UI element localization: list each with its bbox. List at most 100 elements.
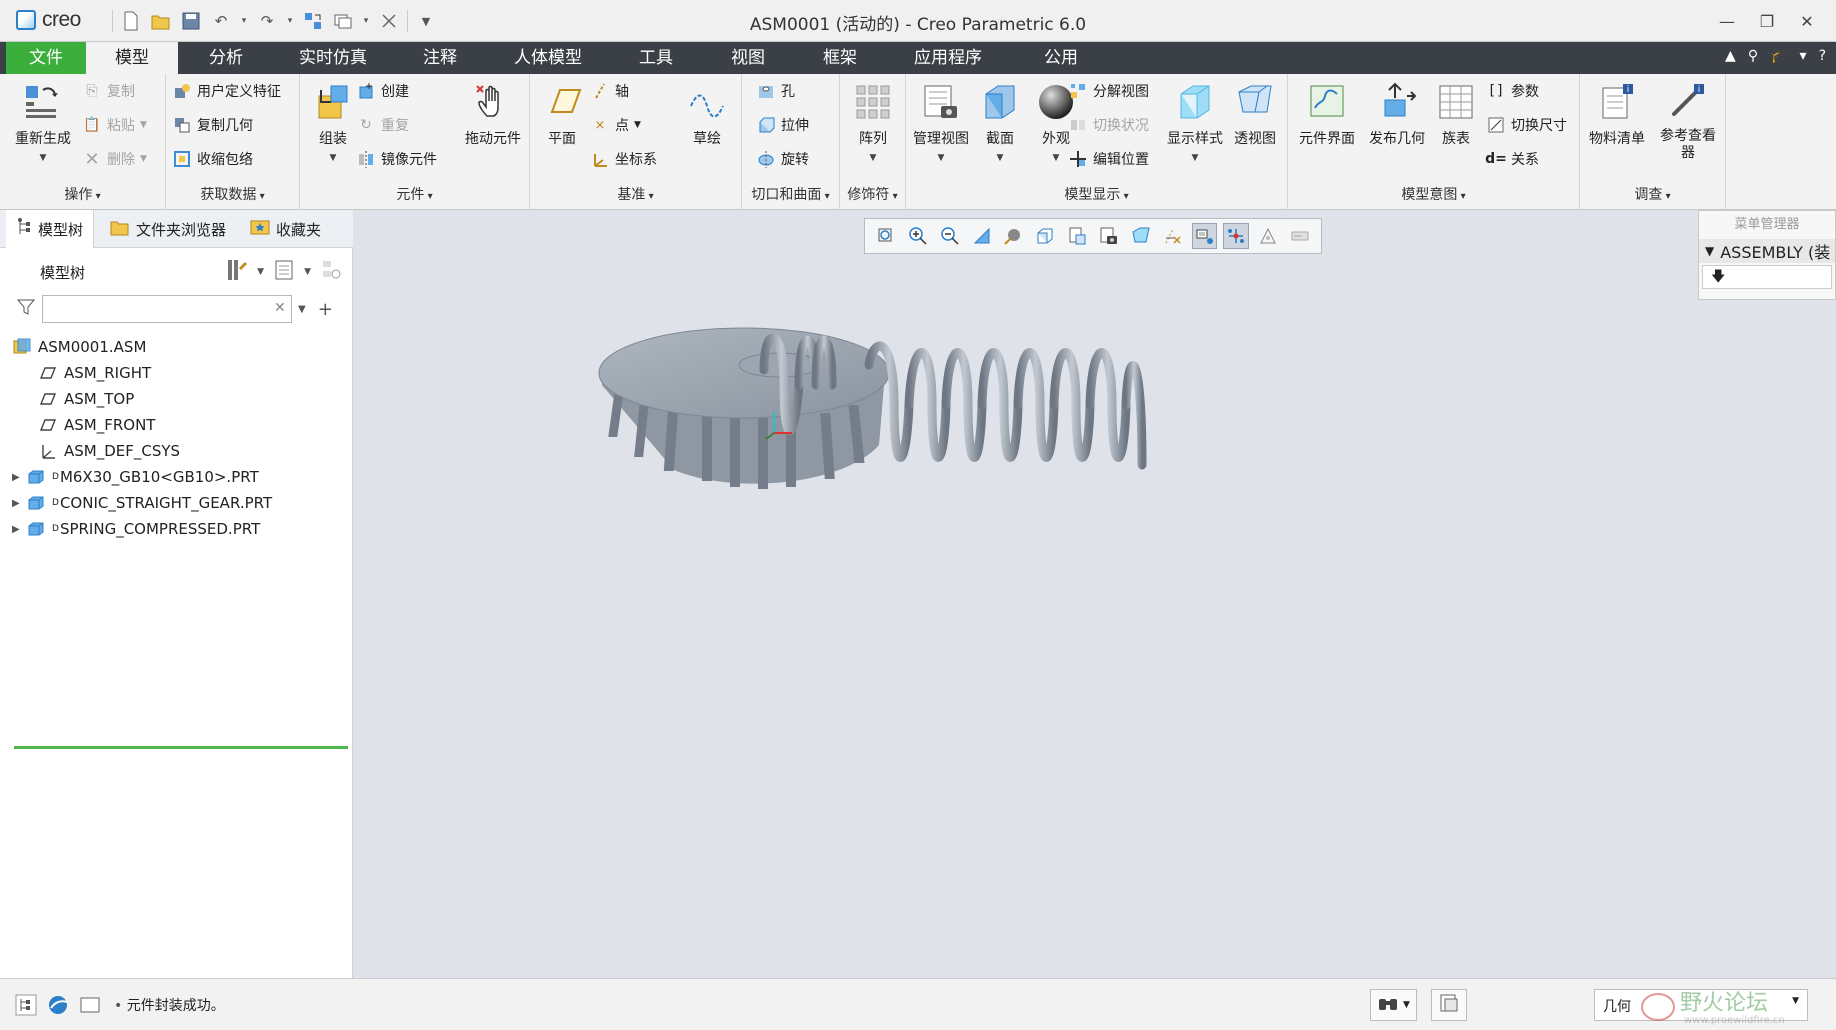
- paste-button[interactable]: 📋 粘贴 ▼: [82, 112, 147, 138]
- expand-arrow-icon[interactable]: ▶: [12, 472, 26, 483]
- tree-node-root[interactable]: ASM0001.ASM: [12, 334, 348, 360]
- section-dropdown-icon[interactable]: ▼: [997, 153, 1004, 163]
- tree-settings-icon[interactable]: [225, 258, 248, 286]
- udf-button[interactable]: 用户定义特征: [172, 78, 281, 104]
- extrude-button[interactable]: 拉伸: [756, 112, 809, 138]
- create-component-button[interactable]: 创建: [356, 78, 409, 104]
- toggle-status-button[interactable]: 切换状况: [1068, 112, 1149, 138]
- tree-node-datum-plane[interactable]: ASM_TOP: [12, 386, 348, 412]
- copy-button[interactable]: ⎘ 复制: [82, 78, 135, 104]
- sketch-button[interactable]: 草绘: [676, 80, 738, 148]
- toggle-navigator-icon[interactable]: [14, 993, 38, 1017]
- minimize-icon[interactable]: —: [1708, 6, 1746, 36]
- tree-node-csys[interactable]: ASM_DEF_CSYS: [12, 438, 348, 464]
- tab-model-tree[interactable]: 模型树: [6, 210, 95, 248]
- tab-annotate[interactable]: 注释: [400, 42, 480, 74]
- maximize-icon[interactable]: ❐: [1748, 6, 1786, 36]
- tree-node-datum-plane[interactable]: ASM_RIGHT: [12, 360, 348, 386]
- options-dropdown-icon[interactable]: ▾: [1800, 48, 1807, 64]
- csys-button[interactable]: 坐标系: [590, 146, 657, 172]
- operations-group-label[interactable]: 操作: [0, 184, 165, 204]
- tree-insert-indicator[interactable]: [14, 746, 348, 749]
- tree-filter-settings-icon[interactable]: [321, 259, 343, 285]
- spin-center-icon[interactable]: [1223, 223, 1250, 249]
- modifiers-group-label[interactable]: 修饰符: [840, 184, 905, 204]
- toggle-browser-icon[interactable]: [46, 993, 70, 1017]
- show-columns-icon[interactable]: [274, 259, 294, 285]
- tab-tools[interactable]: 工具: [616, 42, 696, 74]
- tab-favorites[interactable]: 收藏夹: [240, 210, 331, 248]
- component-interface-button[interactable]: 元件界面: [1292, 80, 1362, 148]
- publish-geometry-button[interactable]: 发布几何: [1362, 80, 1432, 148]
- zoom-out-icon[interactable]: [937, 223, 963, 249]
- perspective-view-icon[interactable]: [1128, 223, 1154, 249]
- tree-node-part[interactable]: ▶ D SPRING_COMPRESSED.PRT: [12, 516, 348, 542]
- revolve-button[interactable]: 旋转: [756, 146, 809, 172]
- investigate-group-label[interactable]: 调查: [1580, 184, 1725, 204]
- tree-node-part[interactable]: ▶ D CONIC_STRAIGHT_GEAR.PRT: [12, 490, 348, 516]
- manage-views-button[interactable]: 管理视图 ▼: [906, 80, 976, 164]
- view-manager-camera-icon[interactable]: [1096, 223, 1122, 249]
- pattern-dropdown-icon[interactable]: ▼: [870, 153, 877, 163]
- appearance-dropdown-icon[interactable]: ▼: [1053, 153, 1060, 163]
- section-button[interactable]: 截面 ▼: [970, 80, 1030, 164]
- paste-dropdown-icon[interactable]: ▼: [140, 120, 147, 130]
- filter-options-dropdown-icon[interactable]: ▼: [298, 304, 306, 315]
- learning-icon[interactable]: 🎓: [1770, 48, 1787, 64]
- assemble-dropdown-icon[interactable]: ▼: [330, 153, 337, 163]
- tab-view[interactable]: 视图: [708, 42, 788, 74]
- display-style-button[interactable]: 显示样式 ▼: [1160, 80, 1230, 164]
- close-icon[interactable]: ✕: [1788, 6, 1826, 36]
- find-dropdown-icon[interactable]: ▼: [1403, 1000, 1410, 1010]
- graphics-window[interactable]: 菜单管理器 ▼ ASSEMBLY (装 🡇: [354, 210, 1836, 978]
- tri-view-icon[interactable]: [1255, 223, 1281, 249]
- annotation-display-icon[interactable]: [1191, 223, 1218, 249]
- perspective-button[interactable]: 透视图: [1224, 80, 1286, 148]
- copy-geometry-button[interactable]: 复制几何: [172, 112, 253, 138]
- edit-position-button[interactable]: 编辑位置: [1068, 146, 1149, 172]
- switch-dimensions-button[interactable]: 切换尺寸: [1486, 112, 1567, 138]
- plane-button[interactable]: 平面: [534, 80, 590, 148]
- saved-orientations-icon[interactable]: [1032, 223, 1058, 249]
- parameters-button[interactable]: [] 参数: [1486, 78, 1539, 104]
- collapse-ribbon-icon[interactable]: ▲: [1725, 48, 1736, 64]
- label-display-icon[interactable]: [1287, 223, 1313, 249]
- point-dropdown-icon[interactable]: ▼: [634, 120, 641, 130]
- pattern-button[interactable]: 阵列 ▼: [840, 80, 906, 164]
- drag-components-button[interactable]: 拖动元件: [458, 80, 528, 148]
- show-columns-dropdown-icon[interactable]: ▼: [304, 267, 311, 277]
- tree-node-datum-plane[interactable]: ASM_FRONT: [12, 412, 348, 438]
- component-group-label[interactable]: 元件: [300, 184, 529, 204]
- tab-common[interactable]: 公用: [1022, 42, 1100, 74]
- tree-search-input[interactable]: [42, 295, 292, 323]
- add-filter-icon[interactable]: +: [318, 299, 333, 320]
- tab-model[interactable]: 模型: [86, 42, 178, 74]
- cut-surface-group-label[interactable]: 切口和曲面: [742, 184, 839, 204]
- family-table-button[interactable]: 族表: [1426, 80, 1486, 148]
- datum-display-filters-icon[interactable]: [1160, 223, 1186, 249]
- clear-filter-icon[interactable]: ✕: [274, 300, 286, 316]
- tab-folder-browser[interactable]: 文件夹浏览器: [100, 210, 236, 248]
- tab-human-model[interactable]: 人体模型: [498, 42, 598, 74]
- find-box[interactable]: ▼: [1370, 989, 1417, 1021]
- relations-button[interactable]: d= 关系: [1485, 146, 1539, 172]
- conic-gear[interactable]: [598, 327, 890, 489]
- tree-settings-dropdown-icon[interactable]: ▼: [257, 267, 264, 277]
- point-button[interactable]: × 点 ▼: [590, 112, 641, 138]
- regenerate-dropdown-icon[interactable]: ▼: [40, 153, 47, 163]
- expand-arrow-icon[interactable]: ▶: [12, 498, 26, 509]
- search-help-icon[interactable]: ⚲: [1748, 48, 1758, 64]
- datum-group-label[interactable]: 基准: [530, 184, 741, 204]
- tab-analysis[interactable]: 分析: [186, 42, 266, 74]
- tab-framework[interactable]: 框架: [800, 42, 880, 74]
- delete-button[interactable]: ✕ 删除 ▼: [82, 146, 147, 172]
- expand-arrow-icon[interactable]: ▶: [12, 524, 26, 535]
- explode-view-button[interactable]: 分解视图: [1068, 78, 1149, 104]
- tab-file[interactable]: 文件: [6, 42, 86, 74]
- mirror-component-button[interactable]: 镜像元件: [356, 146, 437, 172]
- shrinkwrap-button[interactable]: 收缩包络: [172, 146, 253, 172]
- zoom-in-icon[interactable]: [905, 223, 931, 249]
- display-style-dropdown-icon[interactable]: ▼: [1192, 153, 1199, 163]
- delete-dropdown-icon[interactable]: ▼: [140, 154, 147, 164]
- menu-manager-next-item[interactable]: 🡇: [1702, 265, 1832, 289]
